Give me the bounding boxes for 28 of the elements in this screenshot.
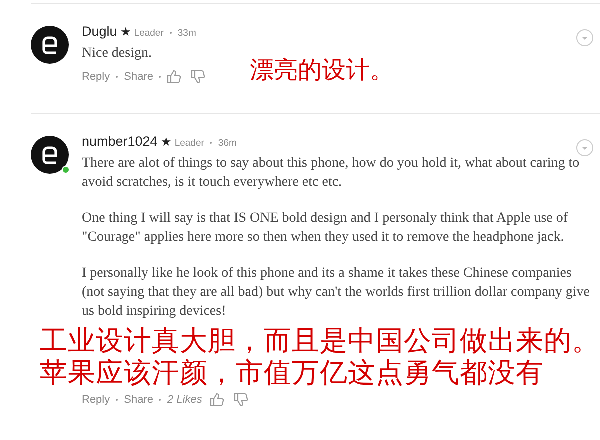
avatar-icon: [31, 26, 69, 64]
comment-action-link[interactable]: Reply: [82, 70, 110, 83]
thumbs-up-icon: [210, 393, 224, 408]
comment-text: One thing I will say is that IS ONE bold design and I personaly think that Apple use of "Courage" applies here more so then when they used it to remove the headphone jack.: [82, 210, 570, 247]
likes-count: 2 Likes: [167, 394, 202, 406]
dropdown-icon: [576, 29, 594, 47]
star-glyph: ★: [160, 135, 172, 149]
role-label: Leader: [174, 138, 204, 149]
comment-text: I personally like he look of this phone and its a shame it takes these Chinese companies (not saying that they are all bad) but why can't the worlds first trillion dollar company give us bold inspiring devices!: [82, 265, 591, 321]
comment-text: Nice design.: [82, 45, 153, 63]
author-name[interactable]: number1024: [82, 134, 158, 149]
role-label: Leader: [134, 28, 164, 39]
comment-time: 36m: [218, 138, 237, 149]
comment-text: There are alot of things to say about this phone, how do you hold it, what about caring to avoid scratches, is it touch everywhere etc etc.: [82, 155, 581, 192]
thumbs-down-icon: [191, 70, 206, 84]
annotation-text: 工业设计真大胆，而且是中国公司做出来的。: [40, 325, 594, 358]
annotation-text: 漂亮的设计。: [250, 57, 394, 85]
comment-action-link[interactable]: Share: [124, 70, 154, 83]
thumbs-down-icon: [234, 393, 248, 408]
annotation-text: 苹果应该汗颜，市值万亿这点勇气都没有: [40, 357, 545, 390]
dropdown-icon: [576, 139, 594, 157]
avatar-icon: [31, 136, 69, 174]
star-glyph: ★: [120, 25, 132, 39]
author-name[interactable]: Duglu: [82, 24, 118, 39]
comment-time: 33m: [178, 28, 196, 39]
comment-action-link[interactable]: Reply: [82, 394, 110, 406]
comment-action-link[interactable]: Share: [124, 394, 154, 406]
thumbs-up-icon: [167, 70, 182, 84]
